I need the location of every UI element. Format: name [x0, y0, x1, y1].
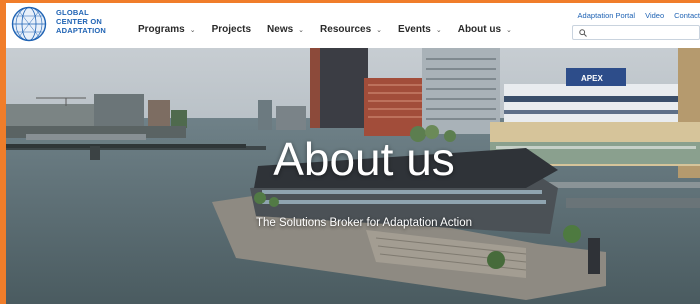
globe-icon[interactable] [11, 6, 47, 42]
chevron-down-icon: ⌄ [376, 26, 383, 34]
nav-label: Programs [138, 24, 185, 35]
search-input[interactable] [589, 27, 693, 38]
chevron-down-icon: ⌄ [506, 26, 512, 34]
page-title: About us [273, 133, 455, 185]
logo-line-1: GLOBAL [56, 8, 89, 17]
nav-item-news[interactable]: News ⌄ [267, 24, 304, 35]
nav-label: Projects [211, 24, 252, 35]
nav-item-projects[interactable]: Projects [212, 24, 251, 35]
site-header: GLOBAL CENTER ON ADAPTATION Programs ⌄ P… [6, 3, 700, 48]
hero-banner: APEX About us The Solutions Broker for A… [6, 48, 700, 304]
logo-line-3: ADAPTATION [56, 26, 107, 35]
page-subtitle: The Solutions Broker for Adaptation Acti… [255, 217, 473, 229]
nav-label: Resources [320, 24, 372, 35]
utility-links: Adaptation Portal Video Contact [578, 11, 700, 20]
link-video[interactable]: Video [645, 11, 664, 20]
search-box[interactable] [572, 25, 700, 40]
nav-label: News [267, 24, 294, 35]
logo-line-2: CENTER ON [56, 17, 102, 26]
link-adaptation-portal[interactable]: Adaptation Portal [578, 11, 636, 20]
search-icon[interactable] [579, 29, 587, 37]
chevron-down-icon: ⌄ [189, 26, 196, 34]
main-nav: Programs ⌄ Projects News ⌄ Resources ⌄ E… [138, 24, 528, 35]
nav-item-resources[interactable]: Resources ⌄ [320, 24, 382, 35]
chevron-down-icon: ⌄ [298, 26, 305, 34]
chevron-down-icon: ⌄ [435, 26, 442, 34]
nav-label: About us [457, 24, 502, 35]
nav-label: Events [398, 24, 431, 35]
logo-wordmark[interactable]: GLOBAL CENTER ON ADAPTATION [56, 8, 106, 35]
link-contact[interactable]: Contact [674, 11, 700, 20]
nav-item-programs[interactable]: Programs ⌄ [138, 24, 196, 35]
nav-item-about-us[interactable]: About us ⌄ [458, 24, 512, 35]
nav-item-events[interactable]: Events ⌄ [398, 24, 442, 35]
ship-name-label: APEX [581, 74, 603, 83]
